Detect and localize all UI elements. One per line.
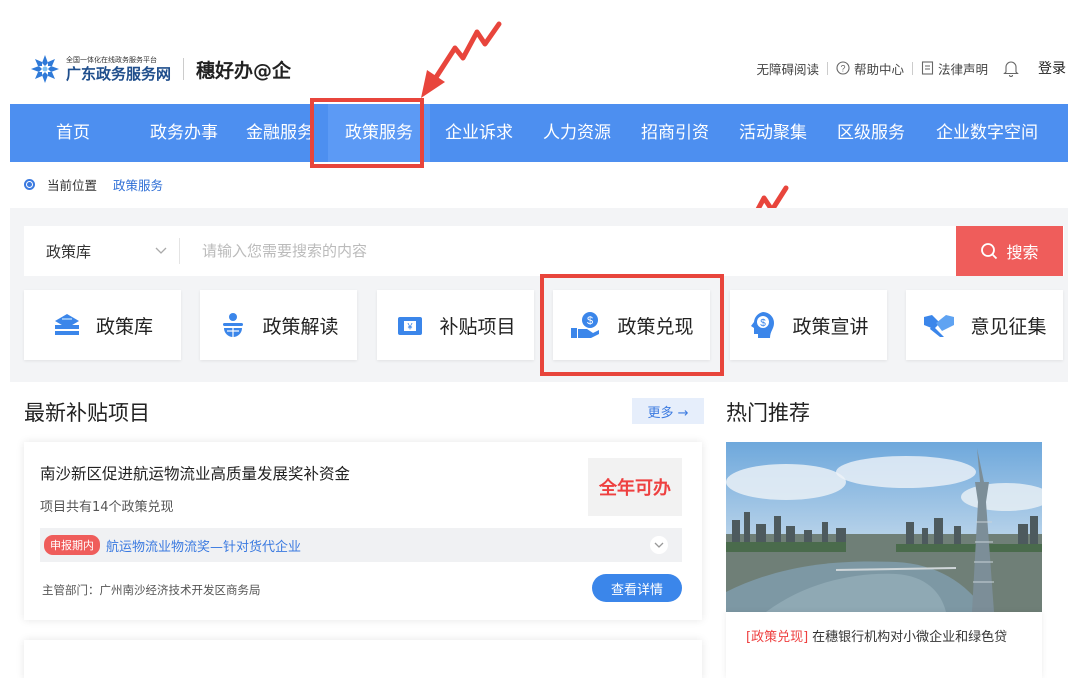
- category-policy-interpretation[interactable]: 政策解读: [200, 290, 357, 360]
- chevron-down-icon: [654, 542, 664, 548]
- handshake-icon: [924, 315, 955, 337]
- dollar-head-icon: $: [751, 312, 775, 338]
- logo-divider: [183, 58, 185, 80]
- latest-subsidy-title: 最新补贴项目: [24, 401, 150, 425]
- divider: [911, 61, 913, 75]
- wallet-icon: ¥: [398, 317, 423, 335]
- top-links: 无障碍阅读 ? 帮助中心 法律声明 登录: [748, 58, 1066, 78]
- help-center-label: 帮助中心: [853, 61, 904, 77]
- subsidy-card[interactable]: 南沙新区促进航运物流业高质量发展奖补资金 项目共有14个政策兑现 全年可办 申报…: [24, 442, 702, 620]
- highlight-box: [310, 98, 424, 168]
- legal-label: 法律声明: [937, 61, 988, 77]
- bell-icon[interactable]: [1002, 59, 1020, 77]
- view-details-button[interactable]: 查看详情: [592, 574, 682, 602]
- subsidy-card-next[interactable]: [24, 640, 702, 678]
- logo-subtitle: 全国一体化在线政务服务平台: [66, 55, 157, 64]
- snowflake-logo-icon: [31, 55, 59, 83]
- main-nav: 首页 政务办事 金融服务 政策服务 企业诉求 人力资源 招商引资 活动聚集 区级…: [10, 104, 1068, 162]
- nav-item-hr[interactable]: 人力资源: [528, 104, 626, 162]
- news-category-tag: [政策兑现]: [746, 630, 809, 645]
- category-label: 政策库: [95, 315, 153, 338]
- search-scope-select[interactable]: 政策库: [24, 238, 180, 264]
- category-label: 政策解读: [262, 315, 339, 338]
- nav-item-district[interactable]: 区级服务: [822, 104, 920, 162]
- category-policy-lecture[interactable]: $ 政策宣讲: [730, 290, 887, 360]
- site-logo[interactable]: 全国一体化在线政务服务平台 广东政务服务网 穗好办@企: [30, 54, 291, 84]
- search-bar: 政策库: [24, 226, 1064, 276]
- category-label: 政策宣讲: [792, 315, 869, 338]
- category-opinion-collection[interactable]: 意见征集: [906, 290, 1063, 360]
- chevron-down-icon: [155, 247, 167, 254]
- city-photo[interactable]: [726, 442, 1042, 612]
- card-subtitle: 项目共有14个政策兑现: [40, 500, 174, 515]
- search-scope-value: 政策库: [46, 242, 92, 261]
- stack-icon: [54, 314, 79, 335]
- department-text: 主管部门：广州南沙经济技术开发区商务局: [42, 583, 261, 597]
- globe-person-icon: [223, 313, 244, 337]
- svg-text:$: $: [761, 318, 767, 329]
- nav-item-government-affairs[interactable]: 政务办事: [136, 104, 232, 162]
- nav-item-investment[interactable]: 招商引资: [626, 104, 724, 162]
- category-label: 意见征集: [970, 315, 1047, 338]
- nav-item-events[interactable]: 活动聚集: [724, 104, 822, 162]
- accessibility-link[interactable]: 无障碍阅读: [756, 59, 819, 78]
- search-icon: [981, 243, 998, 260]
- breadcrumb-label: 当前位置: [47, 178, 98, 193]
- document-icon: [921, 61, 934, 75]
- hot-recommend-title: 热门推荐: [726, 401, 810, 425]
- search-button-label: 搜索: [1006, 243, 1039, 262]
- policy-item-link[interactable]: 航运物流业物流奖—针对货代企业: [106, 536, 301, 555]
- search-button[interactable]: 搜索: [956, 226, 1063, 276]
- category-policy-library[interactable]: 政策库: [24, 290, 181, 360]
- more-link[interactable]: 更多 →: [632, 398, 704, 424]
- policy-item-row[interactable]: 申报期内 航运物流业物流奖—针对货代企业: [40, 528, 682, 562]
- question-icon: ?: [836, 61, 850, 75]
- highlight-box: [540, 274, 724, 376]
- nav-item-home[interactable]: 首页: [10, 104, 136, 162]
- login-link[interactable]: 登录: [1038, 58, 1066, 78]
- canton-tower-photo: [726, 442, 1042, 612]
- card-title[interactable]: 南沙新区促进航运物流业高质量发展奖补资金: [40, 462, 350, 484]
- svg-text:?: ?: [840, 64, 845, 74]
- help-center-link[interactable]: ? 帮助中心: [836, 59, 904, 78]
- search-input[interactable]: [180, 242, 1064, 260]
- category-label: 补贴项目: [439, 315, 516, 338]
- brand-name: 穗好办@企: [196, 59, 292, 82]
- category-subsidy-projects[interactable]: ¥ 补贴项目: [377, 290, 534, 360]
- nav-item-enterprise-appeal[interactable]: 企业诉求: [430, 104, 528, 162]
- divider: [826, 61, 828, 75]
- hot-news-item[interactable]: [政策兑现] 在穗银行机构对小微企业和绿色贷: [726, 612, 1042, 678]
- news-title[interactable]: 在穗银行机构对小微企业和绿色贷: [812, 630, 1007, 645]
- svg-text:¥: ¥: [407, 322, 414, 332]
- breadcrumb: 当前位置 政策服务: [24, 175, 163, 194]
- logo-title: 广东政务服务网: [66, 64, 172, 83]
- legal-link[interactable]: 法律声明: [921, 59, 988, 78]
- location-icon: [24, 179, 35, 190]
- status-badge: 申报期内: [44, 535, 100, 555]
- annotation-arrow: [421, 21, 502, 98]
- expand-button[interactable]: [650, 536, 668, 554]
- availability-badge: 全年可办: [588, 458, 682, 516]
- nav-item-digital-space[interactable]: 企业数字空间: [920, 104, 1054, 162]
- header: 全国一体化在线政务服务平台 广东政务服务网 穗好办@企 无障碍阅读 ? 帮助中心…: [0, 0, 1080, 104]
- breadcrumb-current[interactable]: 政策服务: [113, 175, 163, 194]
